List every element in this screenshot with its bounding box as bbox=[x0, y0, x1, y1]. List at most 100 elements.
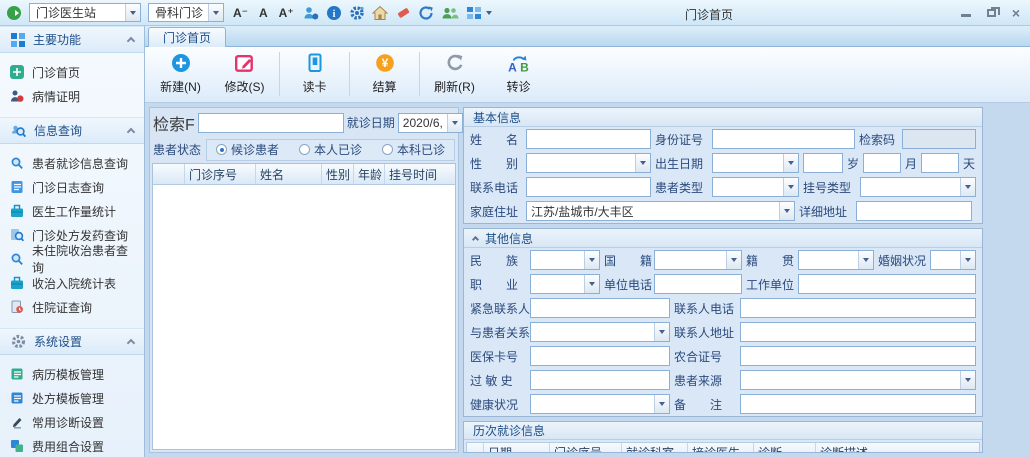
home-icon[interactable] bbox=[372, 5, 388, 21]
users-icon[interactable] bbox=[441, 5, 459, 21]
reg-type-select[interactable] bbox=[860, 177, 976, 197]
column-header[interactable]: 姓名 bbox=[256, 164, 322, 184]
sidebar-item-medical-record-templates[interactable]: 病历模板管理 bbox=[0, 362, 144, 386]
radio-seen-by-dept[interactable]: 本科已诊 bbox=[382, 141, 445, 158]
age-days-input[interactable] bbox=[921, 153, 959, 173]
marital-status-select[interactable] bbox=[930, 250, 976, 270]
chevron-down-icon[interactable] bbox=[208, 4, 223, 21]
chevron-down-icon[interactable] bbox=[726, 251, 741, 269]
refresh-button[interactable]: 刷新(R) bbox=[423, 52, 486, 95]
gender-select[interactable] bbox=[526, 153, 651, 173]
radio-waiting-patients[interactable]: 候诊患者 bbox=[216, 141, 279, 158]
sidebar-section-main-functions[interactable]: 主要功能 bbox=[0, 26, 144, 53]
sidebar-section-system-settings[interactable]: 系统设置 bbox=[0, 328, 144, 355]
sidebar-item-fee-combo-settings[interactable]: 费用组合设置 bbox=[0, 434, 144, 458]
selector-column-header[interactable] bbox=[153, 164, 185, 184]
id-number-input[interactable] bbox=[712, 129, 855, 149]
chevron-down-icon[interactable] bbox=[447, 114, 462, 132]
home-address-select[interactable]: 江苏/盐城市/大丰区 bbox=[526, 201, 795, 221]
search-input[interactable] bbox=[198, 113, 344, 133]
minimize-button[interactable] bbox=[961, 10, 971, 17]
other-info-header[interactable]: 其他信息 bbox=[464, 229, 982, 248]
relation-select[interactable] bbox=[530, 322, 670, 342]
column-header[interactable]: 接诊医生 bbox=[688, 443, 754, 453]
chevron-down-icon[interactable] bbox=[654, 323, 669, 341]
patient-table-body[interactable] bbox=[153, 185, 455, 449]
allergy-input[interactable] bbox=[530, 370, 670, 390]
chevron-down-icon[interactable] bbox=[584, 275, 599, 293]
sidebar-item-doctor-workload-stats[interactable]: 医生工作量统计 bbox=[0, 199, 144, 223]
tab-outpatient-home[interactable]: 门诊首页 bbox=[148, 27, 226, 47]
sidebar-item-patient-visit-query[interactable]: 患者就诊信息查询 bbox=[0, 151, 144, 175]
font-normal-button[interactable]: A bbox=[257, 6, 270, 20]
column-header[interactable]: 诊断描述 bbox=[816, 443, 979, 453]
info-icon[interactable]: i bbox=[326, 5, 342, 21]
address-detail-input[interactable] bbox=[856, 201, 972, 221]
column-header[interactable]: 日期 bbox=[484, 443, 550, 453]
sidebar-item-prescription-templates[interactable]: 处方模板管理 bbox=[0, 386, 144, 410]
chevron-down-icon[interactable] bbox=[654, 395, 669, 413]
patient-type-select[interactable] bbox=[712, 177, 799, 197]
user-settings-icon[interactable] bbox=[303, 5, 319, 21]
sidebar-item-non-admitted-patient-query[interactable]: 未住院收治患者查询 bbox=[0, 247, 144, 271]
chevron-down-icon[interactable] bbox=[635, 154, 650, 172]
font-decrease-button[interactable]: A⁻ bbox=[231, 6, 250, 20]
rural-cert-input[interactable] bbox=[740, 346, 976, 366]
sidebar-item-illness-certificate[interactable]: 病情证明 bbox=[0, 84, 144, 108]
remark-input[interactable] bbox=[740, 394, 976, 414]
font-increase-button[interactable]: A⁺ bbox=[277, 6, 296, 20]
sidebar-item-outpatient-home[interactable]: 门诊首页 bbox=[0, 60, 144, 84]
chevron-down-icon[interactable] bbox=[783, 154, 798, 172]
occupation-select[interactable] bbox=[530, 274, 600, 294]
column-header[interactable]: 就诊科室 bbox=[622, 443, 688, 453]
chevron-down-icon[interactable] bbox=[960, 178, 975, 196]
contact-phone-input[interactable] bbox=[740, 298, 976, 318]
chevron-down-icon[interactable] bbox=[779, 202, 794, 220]
new-button[interactable]: 新建(N) bbox=[149, 52, 212, 95]
age-months-input[interactable] bbox=[863, 153, 901, 173]
restore-button[interactable] bbox=[987, 9, 996, 17]
visit-date-select[interactable]: 2020/6, bbox=[398, 113, 463, 133]
close-button[interactable]: × bbox=[1012, 8, 1020, 18]
sidebar-item-hospitalization-cert-query[interactable]: 住院证查询 bbox=[0, 295, 144, 319]
native-place-select[interactable] bbox=[798, 250, 874, 270]
clinic-module-select[interactable]: 门诊医生站 bbox=[29, 3, 141, 22]
nationality-select[interactable] bbox=[654, 250, 742, 270]
chevron-down-icon[interactable] bbox=[960, 371, 975, 389]
birth-date-select[interactable] bbox=[712, 153, 799, 173]
ethnicity-select[interactable] bbox=[530, 250, 600, 270]
name-input[interactable] bbox=[526, 129, 651, 149]
column-header[interactable]: 门诊序号 bbox=[550, 443, 622, 453]
contact-address-input[interactable] bbox=[740, 322, 976, 342]
sidebar-item-common-diagnosis-settings[interactable]: 常用诊断设置 bbox=[0, 410, 144, 434]
emergency-contact-input[interactable] bbox=[530, 298, 670, 318]
selector-column-header[interactable] bbox=[467, 443, 484, 453]
chevron-down-icon[interactable] bbox=[960, 251, 975, 269]
modify-button[interactable]: 修改(S) bbox=[213, 52, 276, 95]
column-header[interactable]: 门诊序号 bbox=[185, 164, 256, 184]
column-header[interactable]: 诊断 bbox=[754, 443, 816, 453]
chevron-down-icon[interactable] bbox=[858, 251, 873, 269]
chevron-down-icon[interactable] bbox=[584, 251, 599, 269]
sidebar-section-info-query[interactable]: 信息查询 bbox=[0, 117, 144, 144]
health-status-select[interactable] bbox=[530, 394, 670, 414]
eraser-icon[interactable] bbox=[395, 5, 411, 21]
settle-button[interactable]: ¥ 结算 bbox=[353, 52, 416, 95]
sidebar-item-outpatient-log-query[interactable]: 门诊日志查询 bbox=[0, 175, 144, 199]
layout-icon[interactable] bbox=[466, 5, 492, 21]
workplace-input[interactable] bbox=[798, 274, 976, 294]
gear-icon[interactable] bbox=[349, 5, 365, 21]
refresh-icon[interactable] bbox=[418, 5, 434, 21]
age-years-input[interactable] bbox=[803, 153, 843, 173]
transfer-button[interactable]: AB 转诊 bbox=[487, 52, 550, 95]
radio-seen-by-me[interactable]: 本人已诊 bbox=[299, 141, 362, 158]
column-header[interactable]: 年龄 bbox=[354, 164, 385, 184]
insurance-card-input[interactable] bbox=[530, 346, 670, 366]
chevron-down-icon[interactable] bbox=[783, 178, 798, 196]
work-phone-input[interactable] bbox=[654, 274, 742, 294]
column-header[interactable]: 挂号时间 bbox=[385, 164, 455, 184]
chevron-down-icon[interactable] bbox=[125, 4, 140, 21]
column-header[interactable]: 性别 bbox=[322, 164, 354, 184]
department-select[interactable]: 骨科门诊 bbox=[148, 3, 224, 22]
contact-phone-input[interactable] bbox=[526, 177, 651, 197]
